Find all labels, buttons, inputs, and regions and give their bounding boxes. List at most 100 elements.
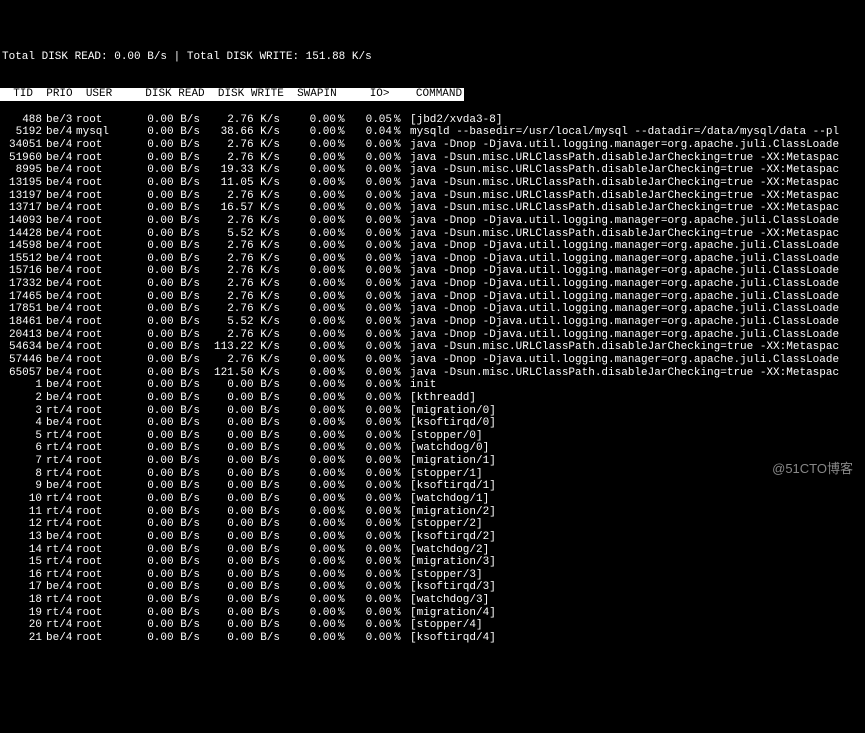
cell-disk-read: 0.00 B/s xyxy=(124,594,200,607)
col-user[interactable]: USER xyxy=(73,88,113,100)
pct-icon: % xyxy=(392,455,404,468)
process-row[interactable]: 6rt/4root0.00 B/s0.00 B/s0.00%0.00%[watc… xyxy=(0,442,865,455)
col-dread[interactable]: DISK READ xyxy=(112,88,204,100)
pct-icon: % xyxy=(392,468,404,481)
col-command[interactable]: COMMAND xyxy=(390,88,463,100)
col-prio[interactable]: PRIO xyxy=(33,88,73,100)
process-row[interactable]: 21be/4root0.00 B/s0.00 B/s0.00%0.00%[kso… xyxy=(0,632,865,645)
process-row[interactable]: 13717be/4root0.00 B/s16.57 K/s0.00%0.00%… xyxy=(0,202,865,215)
process-row[interactable]: 34051be/4root0.00 B/s2.76 K/s0.00%0.00%j… xyxy=(0,139,865,152)
process-row[interactable]: 2be/4root0.00 B/s0.00 B/s0.00%0.00%[kthr… xyxy=(0,392,865,405)
cell-disk-read: 0.00 B/s xyxy=(124,228,200,241)
cell-tid: 15716 xyxy=(2,265,42,278)
total-write-value: 151.88 K/s xyxy=(306,51,372,63)
process-row[interactable]: 65057be/4root0.00 B/s121.50 K/s0.00%0.00… xyxy=(0,367,865,380)
process-row[interactable]: 18rt/4root0.00 B/s0.00 B/s0.00%0.00%[wat… xyxy=(0,594,865,607)
process-row[interactable]: 9be/4root0.00 B/s0.00 B/s0.00%0.00%[ksof… xyxy=(0,480,865,493)
cell-prio: be/4 xyxy=(42,228,76,241)
process-row[interactable]: 8rt/4root0.00 B/s0.00 B/s0.00%0.00%[stop… xyxy=(0,468,865,481)
column-header-row[interactable]: TID PRIO USER DISK READ DISK WRITE SWAPI… xyxy=(0,88,464,101)
process-row[interactable]: 18461be/4root0.00 B/s5.52 K/s0.00%0.00%j… xyxy=(0,316,865,329)
cell-swapin: 0.00 xyxy=(280,367,336,380)
cell-tid: 7 xyxy=(2,455,42,468)
cell-disk-write: 0.00 B/s xyxy=(200,405,280,418)
pct-icon: % xyxy=(392,240,404,253)
process-row[interactable]: 12rt/4root0.00 B/s0.00 B/s0.00%0.00%[sto… xyxy=(0,518,865,531)
cell-command: java -Dsun.misc.URLClassPath.disableJarC… xyxy=(404,228,839,241)
process-row[interactable]: 14rt/4root0.00 B/s0.00 B/s0.00%0.00%[wat… xyxy=(0,544,865,557)
process-row[interactable]: 17be/4root0.00 B/s0.00 B/s0.00%0.00%[kso… xyxy=(0,581,865,594)
col-swapin[interactable]: SWAPIN xyxy=(284,88,337,100)
cell-command: java -Dnop -Djava.util.logging.manager=o… xyxy=(404,215,839,228)
cell-prio: be/4 xyxy=(42,190,76,203)
process-row[interactable]: 14428be/4root0.00 B/s5.52 K/s0.00%0.00%j… xyxy=(0,228,865,241)
process-row[interactable]: 14093be/4root0.00 B/s2.76 K/s0.00%0.00%j… xyxy=(0,215,865,228)
cell-swapin: 0.00 xyxy=(280,544,336,557)
cell-command: java -Dnop -Djava.util.logging.manager=o… xyxy=(404,291,839,304)
process-row[interactable]: 17465be/4root0.00 B/s2.76 K/s0.00%0.00%j… xyxy=(0,291,865,304)
cell-user: root xyxy=(76,253,124,266)
cell-prio: rt/4 xyxy=(42,556,76,569)
process-row[interactable]: 5192be/4mysql0.00 B/s38.66 K/s0.00%0.04%… xyxy=(0,126,865,139)
cell-disk-write: 0.00 B/s xyxy=(200,506,280,519)
process-row[interactable]: 15716be/4root0.00 B/s2.76 K/s0.00%0.00%j… xyxy=(0,265,865,278)
col-dwrite[interactable]: DISK WRITE xyxy=(205,88,284,100)
cell-command: java -Dsun.misc.URLClassPath.disableJarC… xyxy=(404,202,839,215)
cell-user: root xyxy=(76,139,124,152)
pct-icon: % xyxy=(336,405,348,418)
process-row[interactable]: 1be/4root0.00 B/s0.00 B/s0.00%0.00%init xyxy=(0,379,865,392)
process-row[interactable]: 14598be/4root0.00 B/s2.76 K/s0.00%0.00%j… xyxy=(0,240,865,253)
cell-user: root xyxy=(76,215,124,228)
cell-tid: 14 xyxy=(2,544,42,557)
cell-swapin: 0.00 xyxy=(280,619,336,632)
process-row[interactable]: 7rt/4root0.00 B/s0.00 B/s0.00%0.00%[migr… xyxy=(0,455,865,468)
pct-icon: % xyxy=(336,316,348,329)
cell-disk-read: 0.00 B/s xyxy=(124,531,200,544)
cell-disk-read: 0.00 B/s xyxy=(124,493,200,506)
process-row[interactable]: 3rt/4root0.00 B/s0.00 B/s0.00%0.00%[migr… xyxy=(0,405,865,418)
cell-io: 0.00 xyxy=(348,594,392,607)
cell-command: [migration/3] xyxy=(404,556,496,569)
pct-icon: % xyxy=(392,316,404,329)
cell-disk-read: 0.00 B/s xyxy=(124,177,200,190)
process-row[interactable]: 54634be/4root0.00 B/s113.22 K/s0.00%0.00… xyxy=(0,341,865,354)
cell-command: java -Dnop -Djava.util.logging.manager=o… xyxy=(404,265,839,278)
process-row[interactable]: 19rt/4root0.00 B/s0.00 B/s0.00%0.00%[mig… xyxy=(0,607,865,620)
process-row[interactable]: 13195be/4root0.00 B/s11.05 K/s0.00%0.00%… xyxy=(0,177,865,190)
cell-io: 0.00 xyxy=(348,265,392,278)
process-row[interactable]: 16rt/4root0.00 B/s0.00 B/s0.00%0.00%[sto… xyxy=(0,569,865,582)
cell-disk-read: 0.00 B/s xyxy=(124,291,200,304)
process-row[interactable]: 57446be/4root0.00 B/s2.76 K/s0.00%0.00%j… xyxy=(0,354,865,367)
process-row[interactable]: 10rt/4root0.00 B/s0.00 B/s0.00%0.00%[wat… xyxy=(0,493,865,506)
cell-disk-write: 0.00 B/s xyxy=(200,417,280,430)
pct-icon: % xyxy=(336,506,348,519)
cell-command: [migration/0] xyxy=(404,405,496,418)
process-row[interactable]: 8995be/4root0.00 B/s19.33 K/s0.00%0.00%j… xyxy=(0,164,865,177)
process-row[interactable]: 4be/4root0.00 B/s0.00 B/s0.00%0.00%[ksof… xyxy=(0,417,865,430)
pct-icon: % xyxy=(392,253,404,266)
process-row[interactable]: 5rt/4root0.00 B/s0.00 B/s0.00%0.00%[stop… xyxy=(0,430,865,443)
process-row[interactable]: 20rt/4root0.00 B/s0.00 B/s0.00%0.00%[sto… xyxy=(0,619,865,632)
cell-user: root xyxy=(76,303,124,316)
process-row[interactable]: 13be/4root0.00 B/s0.00 B/s0.00%0.00%[kso… xyxy=(0,531,865,544)
pct-icon: % xyxy=(336,228,348,241)
cell-io: 0.00 xyxy=(348,619,392,632)
cell-disk-write: 11.05 K/s xyxy=(200,177,280,190)
cell-swapin: 0.00 xyxy=(280,228,336,241)
process-row[interactable]: 51960be/4root0.00 B/s2.76 K/s0.00%0.00%j… xyxy=(0,152,865,165)
col-tid[interactable]: TID xyxy=(0,88,33,100)
process-row[interactable]: 17332be/4root0.00 B/s2.76 K/s0.00%0.00%j… xyxy=(0,278,865,291)
process-row[interactable]: 20413be/4root0.00 B/s2.76 K/s0.00%0.00%j… xyxy=(0,329,865,342)
cell-io: 0.00 xyxy=(348,632,392,645)
process-row[interactable]: 11rt/4root0.00 B/s0.00 B/s0.00%0.00%[mig… xyxy=(0,506,865,519)
process-row[interactable]: 13197be/4root0.00 B/s2.76 K/s0.00%0.00%j… xyxy=(0,190,865,203)
process-row[interactable]: 15rt/4root0.00 B/s0.00 B/s0.00%0.00%[mig… xyxy=(0,556,865,569)
cell-command: java -Dnop -Djava.util.logging.manager=o… xyxy=(404,278,839,291)
cell-io: 0.00 xyxy=(348,152,392,165)
cell-prio: rt/4 xyxy=(42,455,76,468)
process-row[interactable]: 17851be/4root0.00 B/s2.76 K/s0.00%0.00%j… xyxy=(0,303,865,316)
process-row[interactable]: 488be/3root0.00 B/s2.76 K/s0.00%0.05%[jb… xyxy=(0,114,865,127)
cell-command: java -Dnop -Djava.util.logging.manager=o… xyxy=(404,329,839,342)
col-io[interactable]: IO> xyxy=(337,88,390,100)
process-row[interactable]: 15512be/4root0.00 B/s2.76 K/s0.00%0.00%j… xyxy=(0,253,865,266)
